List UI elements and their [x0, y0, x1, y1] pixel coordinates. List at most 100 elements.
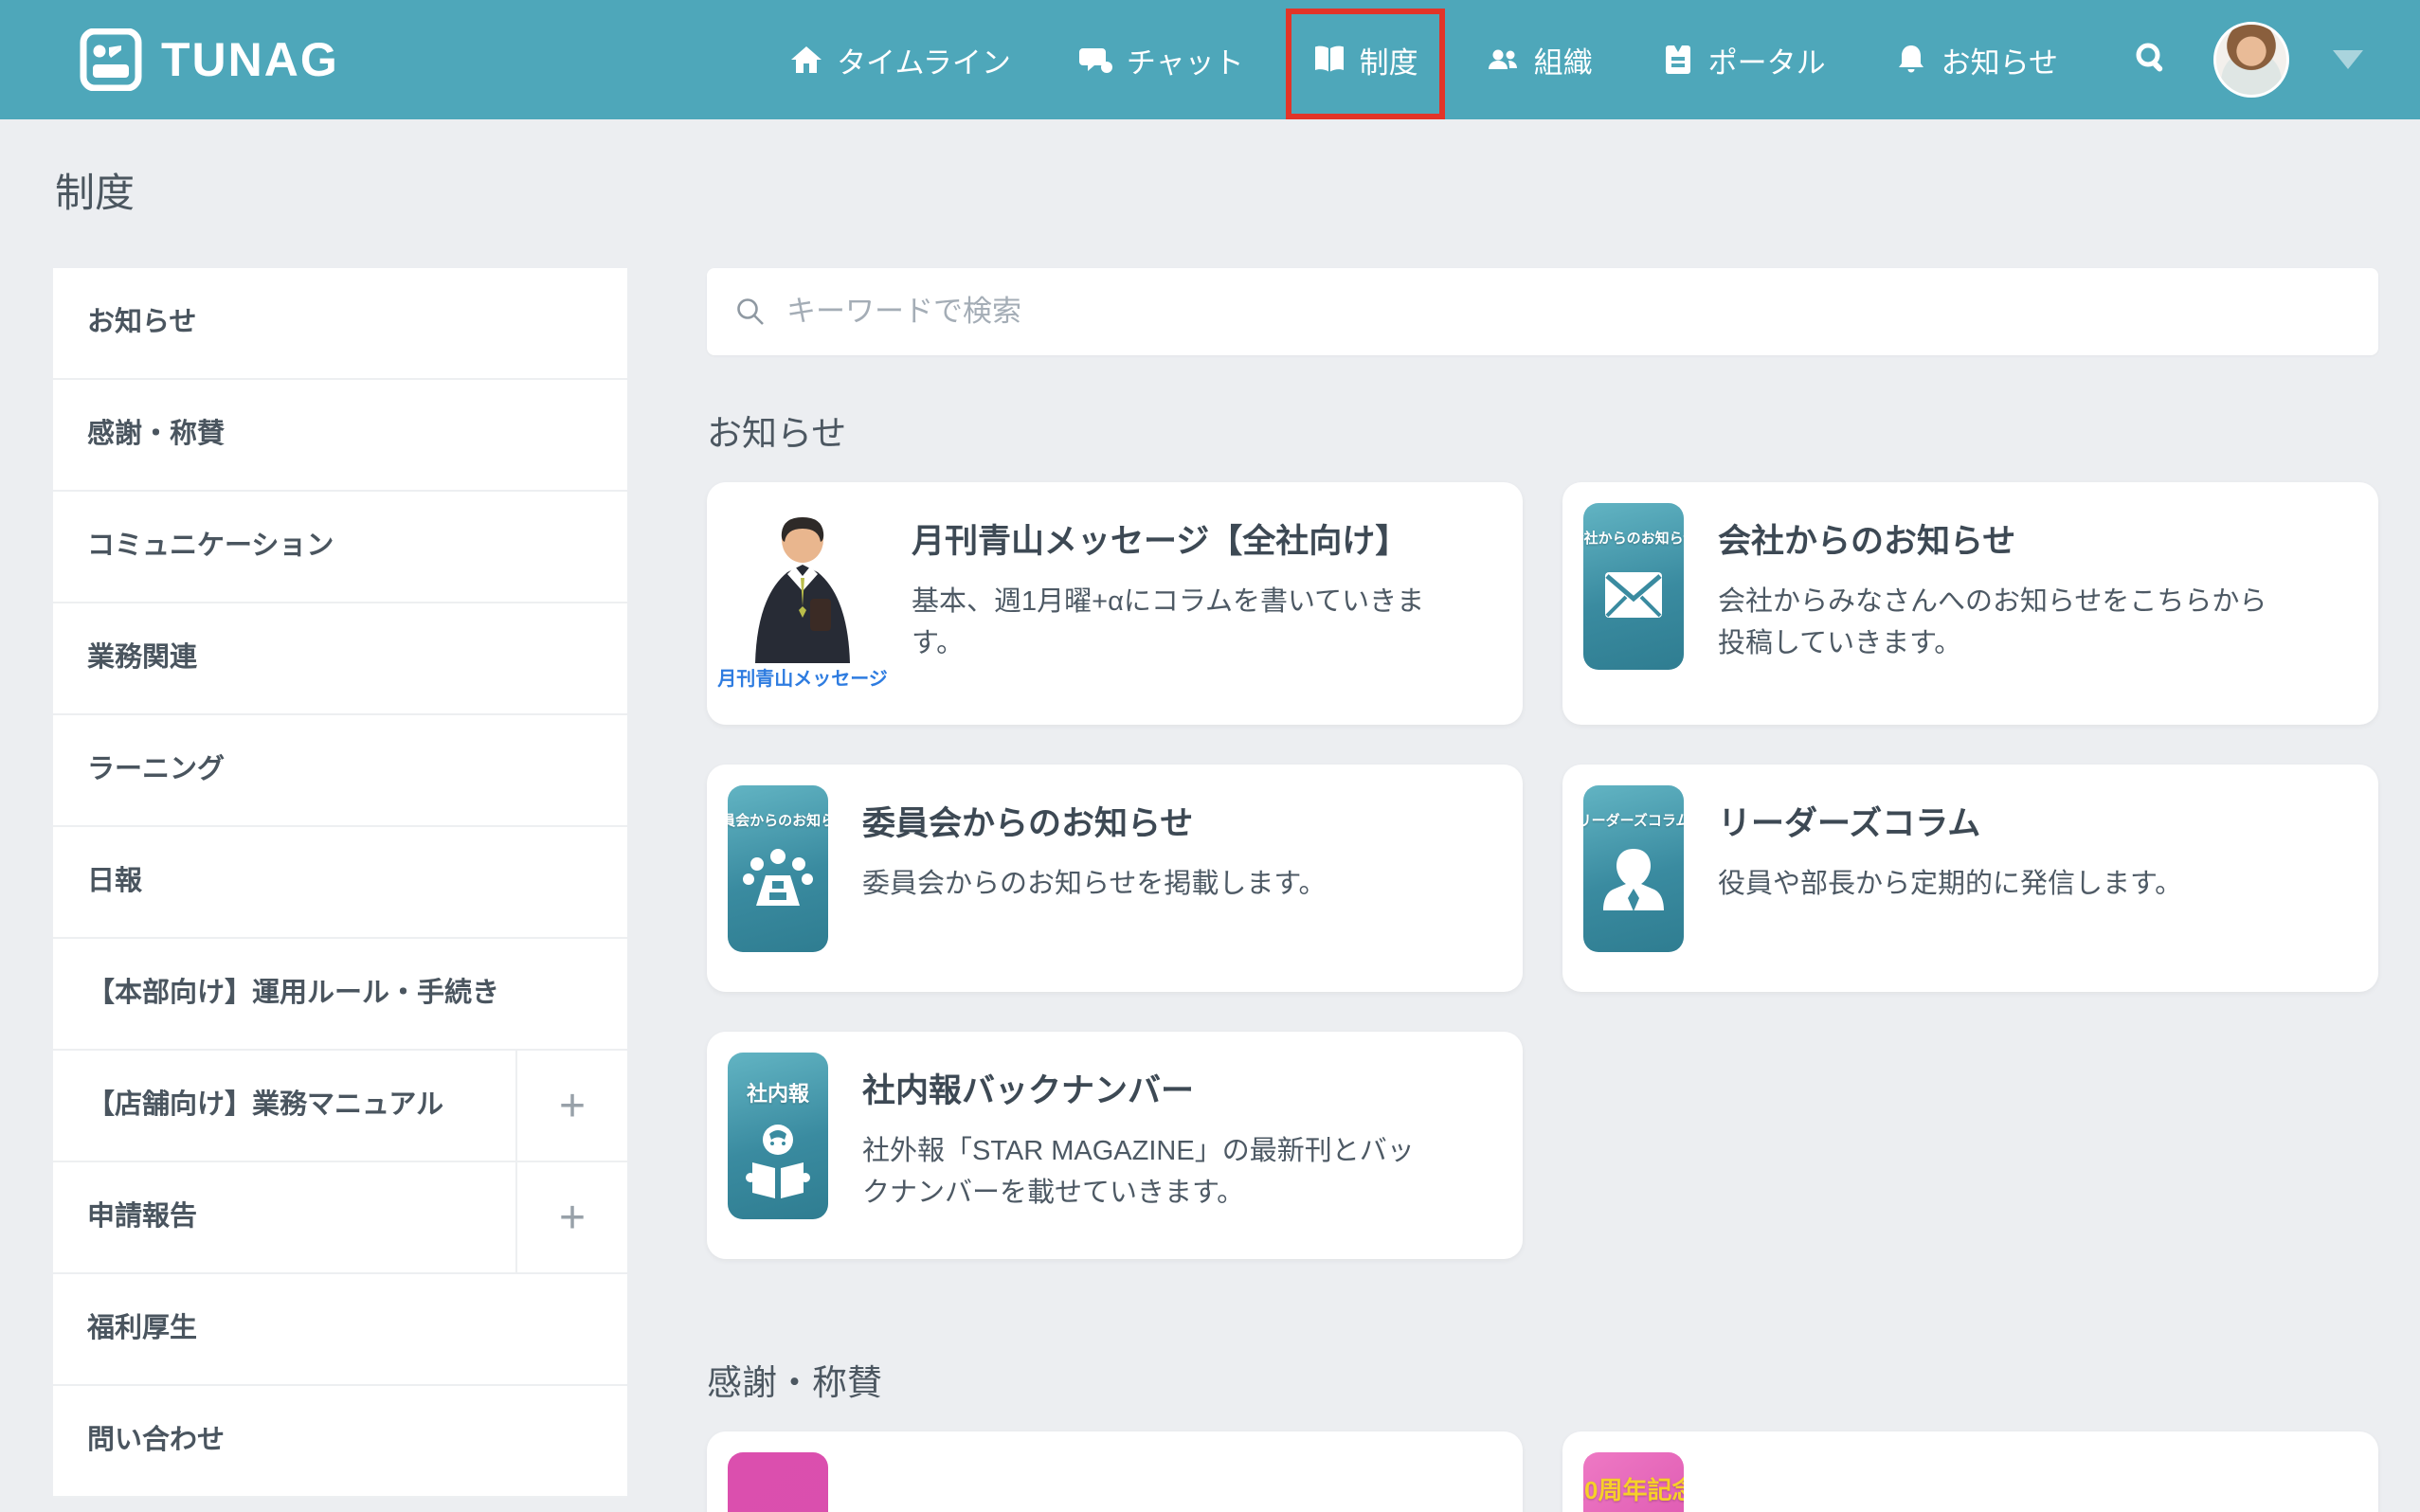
- plus-icon: +: [559, 1080, 586, 1132]
- sidebar-item-label: 【本部向け】運用ルール・手続き: [53, 939, 627, 1049]
- sidebar-item-label: コミュニケーション: [53, 492, 627, 602]
- tile-label: 委員会からのお知らせ: [728, 810, 828, 830]
- nav-label: タイムライン: [837, 39, 1011, 81]
- nav-label: お知らせ: [1941, 39, 2058, 81]
- card-kaisha-oshirase[interactable]: 会社からのお知らせ 会社からのお知らせ 会社からみなさんへのお知らせをこちらから…: [1562, 482, 2378, 725]
- anniversary-icon: 10周年記念: [1583, 1452, 1684, 1512]
- card-title: 会社からのお知らせ: [1718, 520, 2277, 564]
- card-title: 月刊青山メッセージ【全社向け】: [912, 520, 1471, 564]
- photo-caption: 月刊青山メッセージ: [717, 663, 888, 691]
- sidebar-item-label: 日報: [53, 827, 627, 937]
- man-photo-illustration: [736, 512, 869, 663]
- card-description: 役員や部長から定期的に発信します。: [1718, 863, 2182, 906]
- committee-icon: [741, 843, 815, 911]
- sidebar-item-learning[interactable]: ラーニング: [53, 715, 627, 827]
- sidebar-item-label: 業務関連: [53, 603, 627, 713]
- sidebar-item-label: お知らせ: [53, 268, 627, 378]
- logo-wordmark: TUNAG: [161, 32, 339, 87]
- oshirase-card-grid: 月刊青山メッセージ 月刊青山メッセージ【全社向け】 基本、週1月曜+αにコラムを…: [707, 482, 2378, 1259]
- portal-icon: [1661, 43, 1695, 77]
- page-container: 制度 お知らせ 感謝・称賛 コミュニケーション 業務関連 ラーニング 日報 【: [0, 161, 2420, 1512]
- section-heading-kansha: 感謝・称賛: [707, 1354, 2378, 1405]
- person-icon: [1597, 843, 1671, 919]
- page-title: 制度: [55, 161, 2378, 219]
- app-header: TUNAG タイムライン チャット 制度: [0, 0, 2420, 119]
- nav-label: ポータル: [1708, 39, 1826, 81]
- sidebar-item-label: 問い合わせ: [53, 1386, 627, 1496]
- card-title: 委員会からのお知らせ: [862, 802, 1327, 846]
- sidebar-item-gyomu[interactable]: 業務関連: [53, 603, 627, 715]
- avatar[interactable]: [2213, 22, 2289, 98]
- sidebar-item-tenpo-manual[interactable]: 【店舗向け】業務マニュアル +: [53, 1051, 627, 1162]
- card-iinkai-oshirase[interactable]: 委員会からのお知らせ 委員会からのお知ら: [707, 765, 1523, 992]
- main-nav: タイムライン チャット 制度 組織: [789, 39, 2058, 81]
- header-right-cluster: [2132, 22, 2363, 98]
- sidebar-item-honbu-rules[interactable]: 【本部向け】運用ルール・手続き: [53, 939, 627, 1051]
- sidebar-item-label: 福利厚生: [53, 1274, 627, 1384]
- kansha-card-grid: 10周年記念: [707, 1431, 2378, 1512]
- nav-seido[interactable]: 制度: [1312, 39, 1418, 81]
- card-description: 社外報「STAR MAGAZINE」の最新刊とバックナンバーを載せていきます。: [862, 1130, 1421, 1215]
- search-input[interactable]: [786, 295, 2352, 329]
- add-button[interactable]: +: [515, 1162, 627, 1272]
- tile-label: リーダーズコラム: [1583, 810, 1684, 830]
- card-description: 会社からみなさんへのお知らせをこちらから投稿していきます。: [1718, 581, 2277, 666]
- card-description: 基本、週1月曜+αにコラムを書いていきます。: [912, 581, 1471, 666]
- tunag-logo-icon: [80, 28, 142, 91]
- card-partial-right[interactable]: 10周年記念: [1562, 1431, 2378, 1512]
- search-icon: [2132, 39, 2170, 77]
- card-title: 社内報バックナンバー: [862, 1070, 1421, 1113]
- people-icon: [1487, 43, 1521, 77]
- nav-label: チャット: [1127, 39, 1244, 81]
- card-partial-left[interactable]: [707, 1431, 1523, 1512]
- sidebar-item-label: ラーニング: [53, 715, 627, 825]
- add-button[interactable]: +: [515, 1051, 627, 1161]
- section-heading-oshirase: お知らせ: [707, 405, 2378, 456]
- sidebar-item-shinsei[interactable]: 申請報告 +: [53, 1162, 627, 1274]
- shanaiho-icon: 社内報: [728, 1053, 828, 1219]
- nav-timeline[interactable]: タイムライン: [789, 39, 1011, 81]
- company-news-icon: 会社からのお知らせ: [1583, 503, 1684, 670]
- tile-label: 会社からのお知らせ: [1583, 528, 1684, 548]
- committee-news-icon: 委員会からのお知らせ: [728, 785, 828, 952]
- sidebar-item-label: 申請報告: [53, 1162, 515, 1272]
- pink-card-icon: [728, 1452, 828, 1512]
- card-description: 委員会からのお知らせを掲載します。: [862, 863, 1327, 906]
- nav-organization[interactable]: 組織: [1487, 39, 1593, 81]
- reader-icon: [741, 1121, 815, 1202]
- category-sidebar: お知らせ 感謝・称賛 コミュニケーション 業務関連 ラーニング 日報 【本部向け…: [53, 268, 627, 1498]
- nav-notifications[interactable]: お知らせ: [1894, 39, 2058, 81]
- card-title: リーダーズコラム: [1718, 802, 2182, 846]
- man-photo-icon: 月刊青山メッセージ: [728, 503, 877, 696]
- chat-icon: [1079, 43, 1113, 77]
- nav-chat[interactable]: チャット: [1079, 39, 1244, 81]
- sidebar-item-oshirase[interactable]: お知らせ: [53, 268, 627, 380]
- plus-icon: +: [559, 1192, 586, 1244]
- sidebar-item-kansha[interactable]: 感謝・称賛: [53, 380, 627, 492]
- sidebar-item-communication[interactable]: コミュニケーション: [53, 492, 627, 603]
- main-content: お知らせ 月刊青山メッセージ: [707, 268, 2378, 1512]
- card-leaders-column[interactable]: リーダーズコラム リーダーズコラム 役員や部長から定期的に発信します。: [1562, 765, 2378, 992]
- home-icon: [789, 43, 823, 77]
- card-gekkan-aoyama[interactable]: 月刊青山メッセージ 月刊青山メッセージ【全社向け】 基本、週1月曜+αにコラムを…: [707, 482, 1523, 725]
- sidebar-item-fukuri[interactable]: 福利厚生: [53, 1274, 627, 1386]
- book-icon: [1312, 43, 1346, 77]
- bell-icon: [1894, 43, 1928, 77]
- envelope-icon: [1599, 561, 1668, 629]
- header-search-button[interactable]: [2132, 39, 2170, 81]
- leaders-column-icon: リーダーズコラム: [1583, 785, 1684, 952]
- tunag-logo[interactable]: TUNAG: [80, 28, 339, 91]
- sidebar-item-label: 感謝・称賛: [53, 380, 627, 490]
- nav-label: 制度: [1360, 39, 1418, 81]
- keyword-search[interactable]: [707, 268, 2378, 355]
- sidebar-item-nippo[interactable]: 日報: [53, 827, 627, 939]
- nav-portal[interactable]: ポータル: [1661, 39, 1826, 81]
- sidebar-item-toiawase[interactable]: 問い合わせ: [53, 1386, 627, 1498]
- tile-label: 10周年記念: [1583, 1471, 1684, 1506]
- nav-label: 組織: [1534, 39, 1593, 81]
- card-shanaiho-backnumber[interactable]: 社内報 社内報バックナンバー: [707, 1032, 1523, 1259]
- sidebar-item-label: 【店舗向け】業務マニュアル: [53, 1051, 515, 1161]
- tile-label: 社内報: [747, 1077, 809, 1107]
- search-icon: [733, 295, 768, 329]
- chevron-down-icon[interactable]: [2333, 50, 2363, 69]
